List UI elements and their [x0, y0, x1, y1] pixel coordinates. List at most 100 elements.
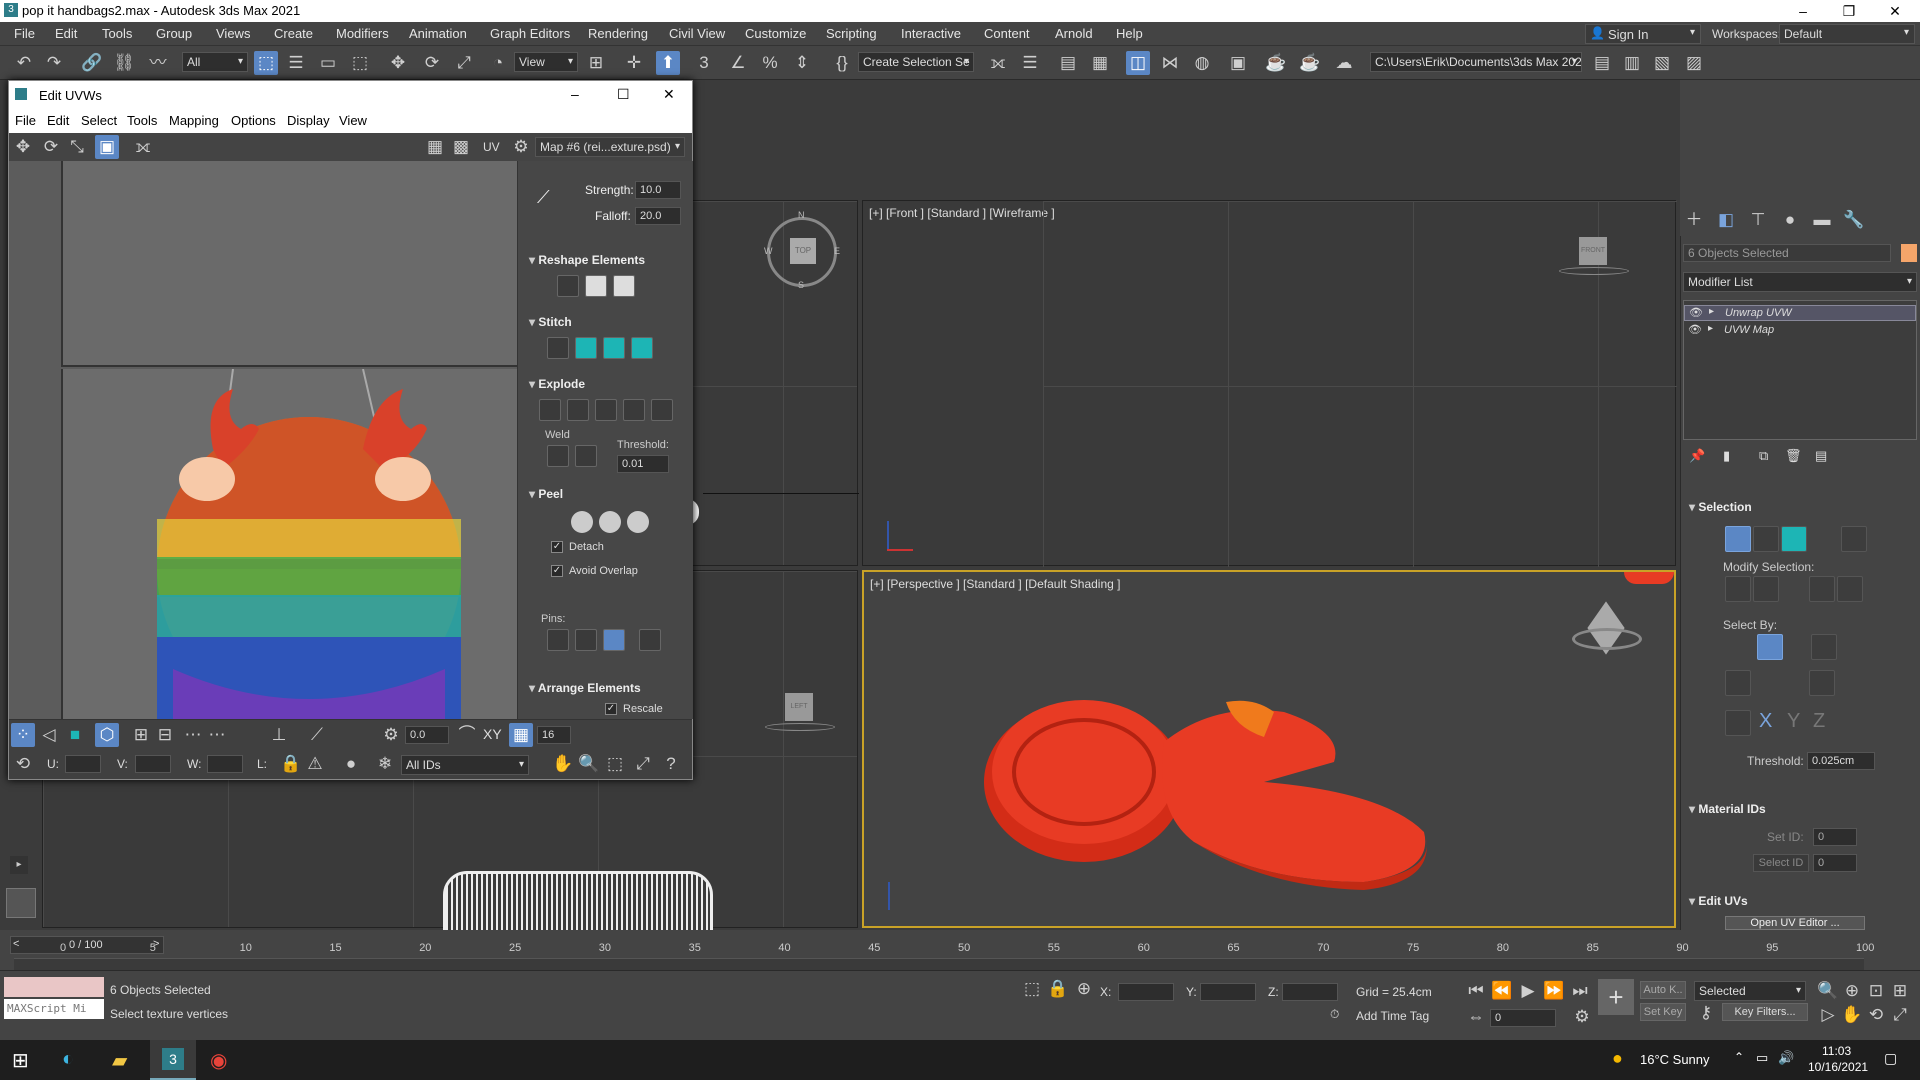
- absolute-mode-icon[interactable]: ⊕: [1072, 977, 1096, 1001]
- uv-rotate-icon[interactable]: ⟳: [39, 135, 63, 159]
- avoid-overlap-checkbox[interactable]: ✓ Avoid Overlap: [551, 565, 638, 578]
- show-end-result-icon[interactable]: ▮: [1723, 448, 1730, 464]
- menu-help[interactable]: Help: [1116, 26, 1143, 41]
- maxscript-listener[interactable]: [4, 977, 104, 997]
- edit-named-sets-icon[interactable]: {}: [830, 51, 854, 75]
- workspace-dropdown[interactable]: Default ▾: [1779, 24, 1915, 44]
- next-frame-icon[interactable]: ⏩: [1542, 979, 1566, 1003]
- undo-icon[interactable]: ↶: [12, 51, 36, 75]
- menu-customize[interactable]: Customize: [745, 26, 806, 41]
- time-tag-icon[interactable]: ⏱: [1330, 1007, 1339, 1022]
- redo-icon[interactable]: ↷: [42, 51, 66, 75]
- unpin-button[interactable]: [575, 629, 597, 651]
- menu-group[interactable]: Group: [156, 26, 192, 41]
- menu-edit[interactable]: Edit: [55, 26, 77, 41]
- ring-icon[interactable]: ⋯: [205, 723, 229, 747]
- rotation-spinner[interactable]: 0.0: [405, 726, 449, 744]
- options-icon[interactable]: ⚙: [509, 135, 533, 159]
- stitch-source-button[interactable]: [575, 337, 597, 359]
- key-filters-button[interactable]: Key Filters...: [1722, 1003, 1808, 1021]
- layer-explorer-icon[interactable]: ▤: [1056, 51, 1080, 75]
- peel-header[interactable]: Peel: [529, 487, 679, 501]
- x-axis-icon[interactable]: X: [1759, 710, 1772, 733]
- gear-settings-icon[interactable]: ⚙: [379, 723, 403, 747]
- viewport-layout-button[interactable]: [6, 888, 36, 918]
- detach-checkbox[interactable]: ✓ Detach: [551, 541, 604, 554]
- field-of-view-icon[interactable]: ▷: [1816, 1003, 1840, 1027]
- ribbon-icon[interactable]: ▦: [1088, 51, 1112, 75]
- peel-reset-button[interactable]: [627, 511, 649, 533]
- grow-icon[interactable]: ⊞: [129, 723, 153, 747]
- scale-icon[interactable]: ⤢: [452, 51, 476, 75]
- maximize-viewport-icon[interactable]: ⤢: [1888, 1003, 1912, 1027]
- percent-snap-icon[interactable]: %: [758, 51, 782, 75]
- y-coord-field[interactable]: [1200, 983, 1256, 1001]
- volume-icon[interactable]: 🔊: [1778, 1050, 1794, 1066]
- z-axis-icon[interactable]: Z: [1813, 710, 1825, 733]
- project-create-icon[interactable]: ▨: [1682, 51, 1706, 75]
- viewcube-top[interactable]: TOP: [790, 238, 816, 264]
- display-tab-icon[interactable]: ▬: [1810, 208, 1834, 232]
- help-icon[interactable]: ?: [659, 752, 683, 776]
- freeze-icon[interactable]: ❄: [373, 752, 397, 776]
- menu-interactive[interactable]: Interactive: [901, 26, 961, 41]
- viewcube[interactable]: FRONT: [1579, 237, 1607, 265]
- menu-content[interactable]: Content: [984, 26, 1030, 41]
- spinner-snap-icon[interactable]: ⇕: [790, 51, 814, 75]
- pin-stack-icon[interactable]: 📌: [1689, 448, 1705, 464]
- zoom-extents-icon[interactable]: ⤢: [631, 752, 655, 776]
- pan-view-icon[interactable]: ✋: [1840, 1003, 1864, 1027]
- select-id-button[interactable]: Select ID: [1753, 854, 1809, 872]
- snaps-toggle-icon[interactable]: 3: [692, 51, 716, 75]
- detach-edge-button[interactable]: [567, 399, 589, 421]
- time-config-icon[interactable]: ⚙: [1570, 1005, 1594, 1029]
- orbit-icon[interactable]: ⟲: [1864, 1003, 1888, 1027]
- set-key-button[interactable]: Set Key: [1640, 1003, 1686, 1021]
- stitch-header[interactable]: Stitch: [529, 315, 679, 329]
- weather-text[interactable]: 16°C Sunny: [1640, 1052, 1710, 1067]
- grow-selection-button[interactable]: [1725, 576, 1751, 602]
- peel-quick-button[interactable]: [571, 511, 593, 533]
- clock-time[interactable]: 11:03: [1822, 1044, 1851, 1058]
- w-field[interactable]: [207, 755, 243, 773]
- viewport-label[interactable]: [+] [Perspective ] [Standard ] [Default …: [870, 577, 1120, 591]
- play-icon[interactable]: ▶: [1516, 979, 1540, 1003]
- edge-select-icon[interactable]: ◁: [37, 723, 61, 747]
- uvw-menu-view[interactable]: View: [339, 113, 367, 128]
- edge-browser-icon[interactable]: ◐: [62, 1048, 74, 1071]
- lock-icon[interactable]: 🔒: [279, 752, 303, 776]
- transform-mode-icon[interactable]: ⟲: [11, 752, 35, 776]
- 3dsmax-task-icon[interactable]: 3: [150, 1040, 196, 1080]
- expand-arrow-icon[interactable]: ▸: [1709, 306, 1714, 317]
- selected-objects-field[interactable]: 6 Objects Selected: [1683, 244, 1891, 262]
- straighten-button[interactable]: [557, 275, 579, 297]
- color-swatch[interactable]: [1901, 244, 1917, 262]
- clock-date[interactable]: 10/16/2021: [1808, 1060, 1868, 1074]
- uvw-minimize-button[interactable]: –: [571, 86, 579, 102]
- explode-header[interactable]: Explode: [529, 377, 679, 391]
- pin-edges-button[interactable]: [639, 629, 661, 651]
- paint-select-icon[interactable]: ⟋: [305, 723, 329, 747]
- v-field[interactable]: [135, 755, 171, 773]
- element-mode-button[interactable]: [1841, 526, 1867, 552]
- auto-key-button[interactable]: Auto K..: [1640, 981, 1686, 999]
- material-ids-rollout-header[interactable]: Material IDs: [1689, 802, 1920, 816]
- face-select-icon[interactable]: ■: [63, 723, 87, 747]
- open-uv-editor-button[interactable]: Open UV Editor ...: [1725, 916, 1865, 930]
- key-mode-icon[interactable]: ⇔: [1464, 1005, 1488, 1029]
- grid-snap-icon[interactable]: ▦: [509, 723, 533, 747]
- remove-modifier-icon[interactable]: 🗑: [1785, 448, 1802, 464]
- strength-spinner[interactable]: 10.0: [635, 181, 681, 199]
- stitch-average-button[interactable]: [603, 337, 625, 359]
- go-to-end-icon[interactable]: ⏭: [1568, 979, 1592, 1003]
- hierarchy-tab-icon[interactable]: ⊤: [1746, 208, 1770, 232]
- configure-sets-icon[interactable]: ▤: [1815, 448, 1827, 464]
- uvw-close-button[interactable]: ✕: [663, 86, 675, 103]
- checker-icon[interactable]: ▦: [423, 135, 447, 159]
- menu-create[interactable]: Create: [274, 26, 313, 41]
- uv-label[interactable]: UV: [483, 140, 500, 154]
- stitch-target-button[interactable]: [631, 337, 653, 359]
- viewcube[interactable]: LEFT: [785, 693, 813, 721]
- previous-frame-icon[interactable]: ⏪: [1490, 979, 1514, 1003]
- flatten-button[interactable]: [595, 399, 617, 421]
